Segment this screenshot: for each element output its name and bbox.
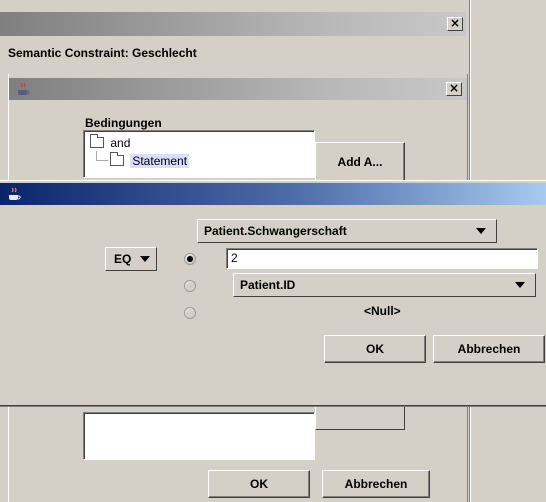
tree-node-statement[interactable]: Statement <box>110 152 190 168</box>
chevron-down-icon <box>476 228 486 234</box>
add-button[interactable]: Add A... <box>315 142 405 182</box>
folder-icon <box>90 134 104 148</box>
null-label: <Null> <box>364 304 401 318</box>
radio-value[interactable] <box>184 253 196 265</box>
conditions-label: Bedingungen <box>85 116 162 130</box>
middle-ok-button[interactable]: OK <box>208 470 310 498</box>
lower-button-edge <box>315 404 405 430</box>
tree-node-and[interactable]: and <box>90 134 131 150</box>
middle-close-button[interactable]: × <box>446 82 462 96</box>
value-input[interactable]: 2 <box>226 248 538 269</box>
radio-null[interactable] <box>184 307 196 319</box>
folder-icon <box>110 152 124 166</box>
field-combo[interactable]: Patient.Schwangerschaft <box>197 219 497 243</box>
middle-cancel-button[interactable]: Abbrechen <box>322 470 430 498</box>
dialog-cancel-button[interactable]: Abbrechen <box>433 335 545 363</box>
tree-connector <box>96 151 108 161</box>
operator-combo[interactable]: EQ <box>105 247 157 271</box>
dialog-titlebar <box>0 183 546 205</box>
java-cup-icon <box>18 82 30 95</box>
conditions-tree[interactable]: and Statement <box>83 130 315 178</box>
java-cup-icon <box>9 187 21 200</box>
outer-window-title: Semantic Constraint: Geschlecht <box>8 46 197 60</box>
outer-close-button[interactable]: × <box>447 17 463 31</box>
chevron-down-icon <box>140 256 150 262</box>
attribute-combo[interactable]: Patient.ID <box>233 273 536 297</box>
conditions-list-lower[interactable] <box>83 412 315 460</box>
middle-window-titlebar <box>9 78 467 100</box>
tree-node-label: and <box>110 136 131 150</box>
outer-window-titlebar <box>0 12 466 36</box>
dialog-ok-button[interactable]: OK <box>324 335 426 363</box>
radio-attribute[interactable] <box>184 280 196 292</box>
tree-node-label: Statement <box>130 154 190 168</box>
chevron-down-icon <box>515 282 525 288</box>
statement-dialog: Patient.Schwangerschaft EQ 2 Patient.ID … <box>0 180 546 406</box>
